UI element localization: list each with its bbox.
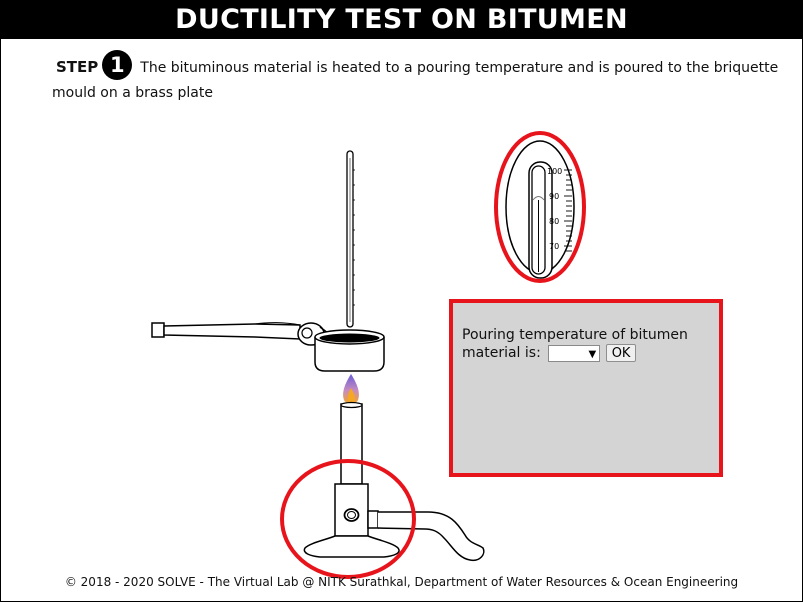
scale-label-80: 80: [549, 217, 559, 226]
pouring-temperature-prompt: Pouring temperature of bitumen material …: [462, 326, 712, 362]
footer-credits: © 2018 - 2020 SOLVE - The Virtual Lab @ …: [64, 575, 739, 589]
bunsen-burner: [303, 401, 400, 558]
scale-label-70: 70: [549, 242, 559, 251]
burner-flame: [343, 374, 359, 404]
scale-label-100: 100: [547, 167, 562, 176]
clamp-stand-rod: [151, 322, 301, 340]
pouring-temperature-panel: Pouring temperature of bitumen material …: [449, 299, 723, 477]
thermometer: [346, 150, 355, 328]
chevron-down-icon: ▼: [588, 348, 597, 360]
thermometer-zoom: 100 90 80 70: [494, 131, 586, 283]
ok-button[interactable]: OK: [605, 344, 637, 362]
scale-label-90: 90: [549, 192, 559, 201]
temperature-select[interactable]: ▼: [548, 344, 601, 362]
heating-pan: [314, 329, 385, 372]
